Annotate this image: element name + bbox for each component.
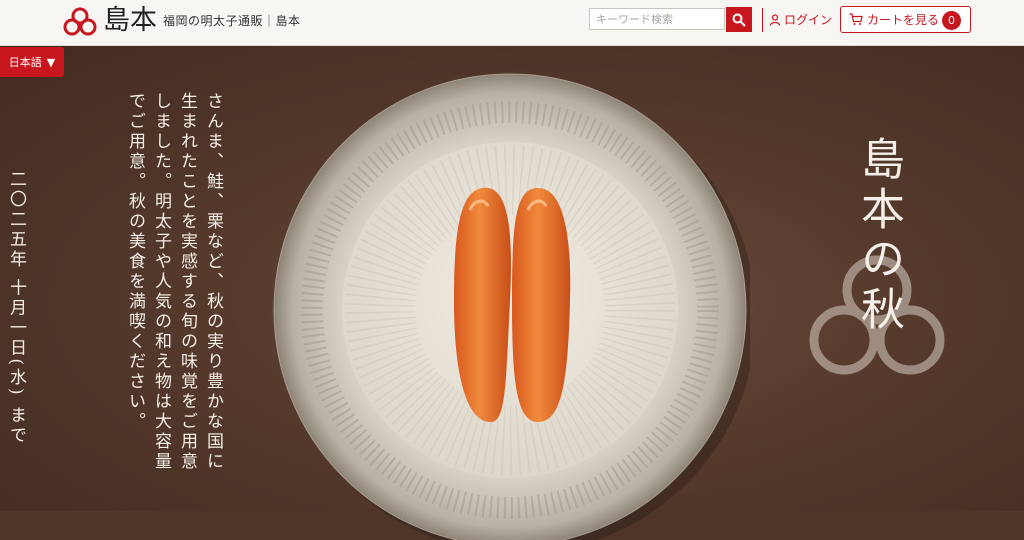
login-label: ログイン bbox=[784, 13, 833, 27]
campaign-end-date: 二〇二五年 十月一日(水) まで bbox=[6, 170, 26, 447]
site-tagline: 福岡の明太子通販｜島本 bbox=[163, 14, 301, 28]
site-header: 島本 福岡の明太子通販｜島本 ログイン カートを見る 0 bbox=[0, 0, 1024, 46]
logo-text[interactable]: 島本 bbox=[103, 5, 157, 37]
header-divider bbox=[762, 8, 763, 32]
login-link[interactable]: ログイン bbox=[769, 11, 832, 28]
search-input[interactable] bbox=[589, 8, 725, 30]
hero-title: 島本の秋 bbox=[853, 136, 904, 336]
cart-label: カートを見る bbox=[867, 13, 940, 27]
cart-button[interactable]: カートを見る 0 bbox=[840, 6, 971, 33]
cart-count-badge: 0 bbox=[942, 11, 961, 30]
shimamoto-crest-icon[interactable] bbox=[62, 6, 98, 38]
cart-icon bbox=[849, 13, 863, 25]
hero-description: さんま、鮭、栗など、秋の実り豊かな国に生まれたことを実感する旬の味覚をご用意しま… bbox=[125, 92, 223, 472]
language-label: 日本語 bbox=[8, 56, 42, 69]
search-button[interactable] bbox=[726, 7, 752, 32]
hero-banner[interactable]: さんま、鮭、栗など、秋の実り豊かな国に生まれたことを実感する旬の味覚をご用意しま… bbox=[0, 46, 1024, 540]
language-selector[interactable]: 日本語 ▼ bbox=[0, 47, 64, 77]
mentaiko-plate-image bbox=[273, 73, 750, 540]
chevron-down-icon: ▼ bbox=[46, 55, 56, 69]
user-icon bbox=[769, 13, 781, 26]
search-icon bbox=[732, 13, 746, 27]
